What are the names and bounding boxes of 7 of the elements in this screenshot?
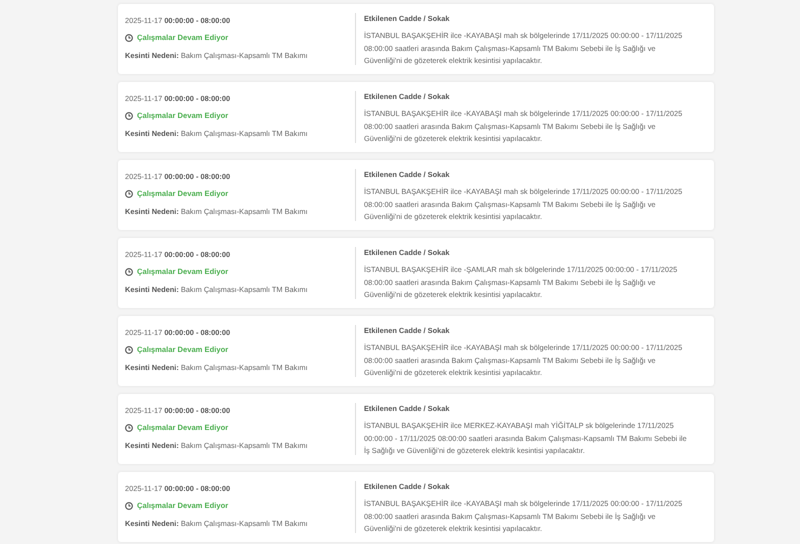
clock-icon xyxy=(125,190,133,198)
clock-icon xyxy=(125,346,133,354)
clock-icon xyxy=(125,424,133,432)
clock-icon xyxy=(125,112,133,120)
clock-icon xyxy=(125,502,133,510)
clock-icon xyxy=(125,34,133,42)
clock-icon xyxy=(125,268,133,276)
